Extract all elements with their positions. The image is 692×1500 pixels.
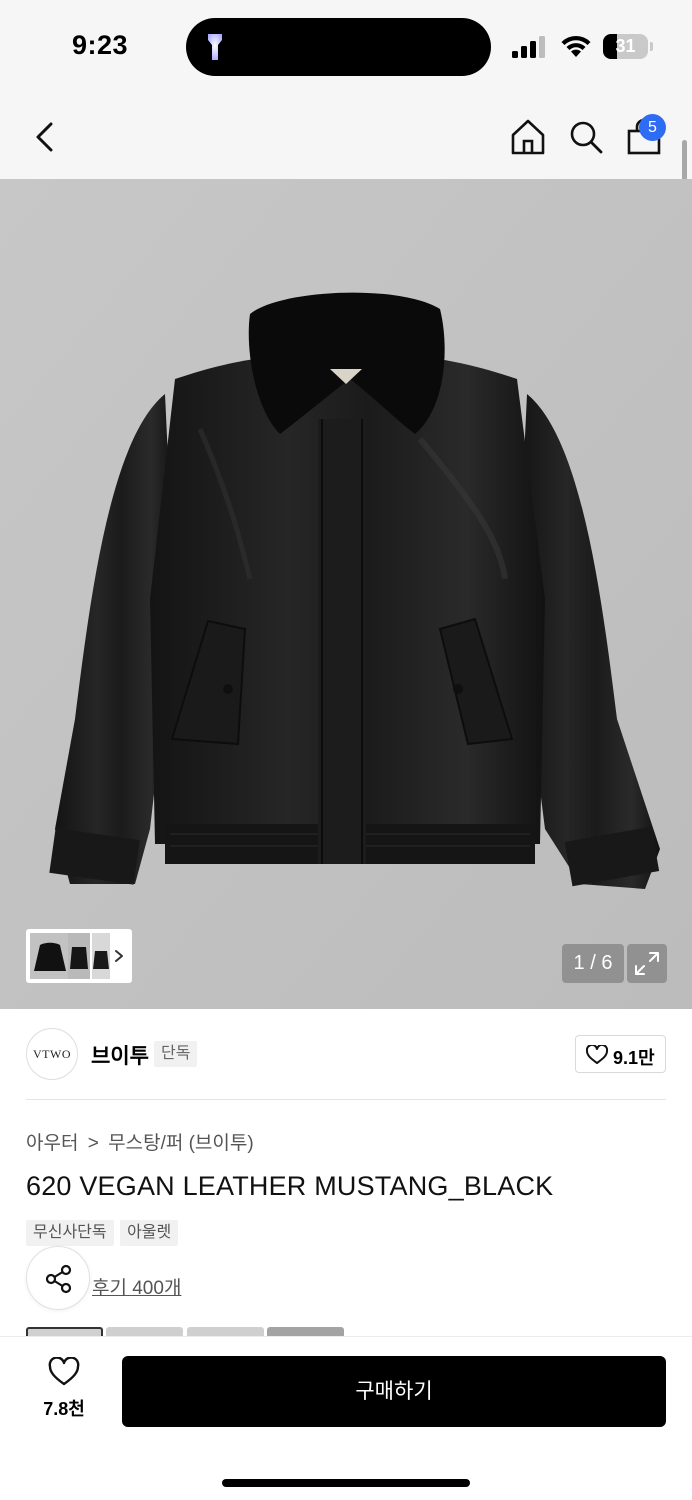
flashlight-icon bbox=[208, 34, 222, 60]
product-photo bbox=[0, 179, 692, 1009]
product-title: 620 VEGAN LEATHER MUSTANG_BLACK bbox=[26, 1171, 554, 1201]
share-button[interactable] bbox=[26, 1246, 90, 1310]
breadcrumb: 아우터 > 무스탕/퍼 (브이투) bbox=[26, 1128, 254, 1155]
expand-button[interactable] bbox=[627, 944, 667, 983]
bottom-action-bar: 7.8천 구매하기 bbox=[0, 1336, 692, 1500]
app-header bbox=[0, 95, 692, 179]
share-icon bbox=[45, 1264, 72, 1294]
tag-outlet: 아울렛 bbox=[120, 1220, 179, 1246]
search-icon[interactable] bbox=[566, 117, 606, 157]
gallery-thumbnails[interactable] bbox=[26, 929, 132, 983]
product-tags: 무신사단독 아울렛 bbox=[26, 1220, 180, 1246]
wishlist-button[interactable]: 7.8천 bbox=[26, 1357, 102, 1427]
breadcrumb-item-subcategory[interactable]: 무스탕/퍼 (브이투) bbox=[108, 1133, 254, 1154]
brand-logo[interactable]: VTWO bbox=[26, 1028, 78, 1080]
wifi-icon bbox=[561, 35, 591, 57]
exclusive-badge: 단독 bbox=[154, 1041, 198, 1067]
thumbnail-2[interactable] bbox=[68, 933, 90, 979]
status-bar: 9:23 31 bbox=[0, 0, 692, 95]
chevron-right-icon[interactable] bbox=[112, 943, 126, 969]
brand-like-button[interactable]: 9.1만 bbox=[575, 1035, 666, 1073]
battery-icon: 31 bbox=[603, 34, 653, 59]
breadcrumb-separator: > bbox=[87, 1133, 99, 1154]
thumbnail-1[interactable] bbox=[30, 933, 70, 979]
home-icon[interactable] bbox=[508, 117, 548, 157]
wishlist-count: 7.8천 bbox=[43, 1399, 85, 1419]
heart-icon bbox=[586, 1045, 608, 1064]
image-counter: 1 / 6 bbox=[562, 944, 624, 983]
status-time: 9:23 bbox=[72, 30, 129, 60]
product-image-gallery[interactable]: 1 / 6 bbox=[0, 179, 692, 1009]
divider bbox=[26, 1099, 666, 1100]
dynamic-island bbox=[186, 18, 491, 76]
home-indicator[interactable] bbox=[222, 1479, 470, 1487]
cart-count-badge: 5 bbox=[639, 114, 666, 141]
expand-icon bbox=[635, 952, 659, 975]
heart-icon bbox=[48, 1357, 80, 1386]
brand-name[interactable]: 브이투 bbox=[91, 1040, 149, 1070]
thumbnail-3[interactable] bbox=[92, 933, 110, 979]
breadcrumb-item-category[interactable]: 아우터 bbox=[26, 1133, 78, 1154]
buy-button[interactable]: 구매하기 bbox=[122, 1356, 666, 1427]
cellular-signal-icon bbox=[512, 36, 545, 58]
reviews-link[interactable]: 후기 400개 bbox=[92, 1273, 181, 1300]
brand-like-count: 9.1만 bbox=[613, 1048, 655, 1068]
back-arrow-icon[interactable] bbox=[28, 117, 64, 157]
tag-musinsa-exclusive: 무신사단독 bbox=[26, 1220, 114, 1246]
